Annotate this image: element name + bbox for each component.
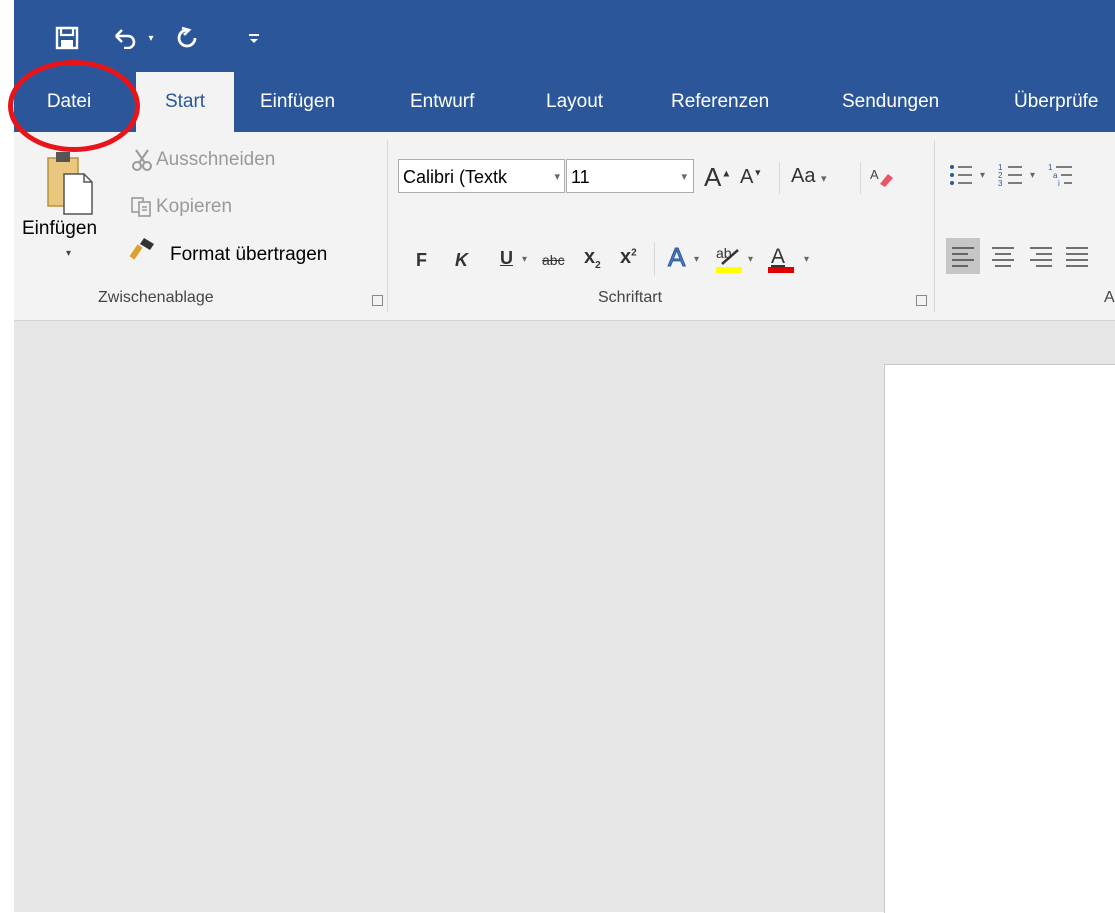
font-name-value: Calibri (Textk: [403, 167, 508, 187]
format-painter-button[interactable]: Format übertragen: [170, 244, 327, 266]
svg-text:i: i: [1058, 179, 1060, 188]
multilevel-list-icon[interactable]: 1ai: [1048, 162, 1115, 193]
tab-entwurf[interactable]: Entwurf: [410, 72, 500, 132]
paste-dropdown-icon[interactable]: ▾: [66, 248, 71, 259]
subscript-label: x: [584, 246, 596, 268]
shrink-font-label: A: [740, 166, 754, 188]
paste-button[interactable]: Einfügen: [22, 218, 97, 240]
align-left-icon[interactable]: [946, 238, 980, 274]
tab-start[interactable]: Start: [136, 72, 234, 132]
clipboard-group-label: Zwischenablage: [98, 289, 214, 306]
bullets-dropdown-icon[interactable]: ▾: [980, 170, 985, 181]
undo-icon[interactable]: [110, 20, 140, 56]
font-size-box[interactable]: 11 ▾: [566, 159, 694, 193]
font-group-label: Schriftart: [598, 289, 663, 306]
strikethrough-button[interactable]: abc: [542, 252, 565, 268]
change-case-button[interactable]: Aa ▾: [791, 165, 827, 188]
paste-icon[interactable]: [44, 148, 96, 223]
font-separator: [860, 162, 861, 194]
tab-referenzen[interactable]: Referenzen: [671, 72, 791, 132]
grow-font-label: A: [704, 162, 722, 192]
underline-button[interactable]: U: [500, 248, 513, 269]
superscript-label: x: [620, 246, 632, 268]
bullets-icon[interactable]: [948, 162, 974, 193]
group-separator: [934, 140, 935, 312]
cut-button[interactable]: Ausschneiden: [156, 149, 275, 171]
numbering-dropdown-icon[interactable]: ▾: [1030, 170, 1035, 181]
subscript-button[interactable]: x2: [584, 246, 601, 271]
annotation-circle: [8, 60, 140, 152]
align-center-icon[interactable]: [986, 238, 1020, 279]
font-separator: [779, 162, 780, 194]
tab-einfuegen[interactable]: Einfügen: [260, 72, 360, 132]
tab-layout[interactable]: Layout: [546, 72, 626, 132]
font-size-value: 11: [571, 167, 590, 187]
font-name-box[interactable]: Calibri (Textk ▾: [398, 159, 565, 193]
align-right-icon[interactable]: [1024, 238, 1058, 279]
italic-button[interactable]: K: [455, 250, 468, 271]
font-size-dropdown-icon[interactable]: ▾: [681, 160, 687, 192]
copy-button[interactable]: Kopieren: [156, 196, 232, 218]
window-frame: [0, 0, 14, 912]
text-effects-icon[interactable]: A: [667, 242, 685, 273]
quick-access-toolbar: ▾: [14, 0, 1115, 72]
numbering-icon[interactable]: 123: [998, 162, 1024, 193]
change-case-label: Aa: [791, 165, 816, 187]
save-icon[interactable]: [52, 20, 82, 56]
text-effects-dropdown-icon[interactable]: ▾: [694, 254, 699, 265]
clear-format-icon[interactable]: A: [870, 166, 894, 193]
underline-dropdown-icon[interactable]: ▾: [522, 254, 527, 265]
justify-icon[interactable]: [1060, 238, 1115, 279]
cut-icon[interactable]: [130, 148, 154, 177]
group-separator: [387, 140, 388, 312]
document-page[interactable]: [884, 364, 1115, 913]
highlight-dropdown-icon[interactable]: ▾: [748, 254, 753, 265]
format-painter-icon[interactable]: [128, 236, 156, 265]
font-color-dropdown-icon[interactable]: ▾: [804, 254, 809, 265]
paragraph-group-label: A: [1104, 289, 1115, 306]
highlight-icon[interactable]: ab: [714, 242, 744, 279]
copy-icon[interactable]: [130, 196, 154, 223]
customize-qat-icon[interactable]: [244, 20, 264, 56]
shrink-font-button[interactable]: A▼: [740, 166, 762, 189]
undo-dropdown-icon[interactable]: ▾: [144, 20, 158, 56]
tab-sendungen[interactable]: Sendungen: [842, 72, 962, 132]
tab-ueberpruefen[interactable]: Überprüfe: [1014, 72, 1115, 132]
svg-text:A: A: [771, 245, 785, 268]
ribbon-tabs: Datei Start Einfügen Entwurf Layout Refe…: [14, 72, 1115, 132]
svg-text:3: 3: [998, 179, 1003, 188]
clipboard-launcher-icon[interactable]: [372, 295, 383, 306]
redo-icon[interactable]: [172, 20, 202, 56]
ribbon-start: Einfügen ▾ Ausschneiden Kopieren Format …: [14, 132, 1115, 321]
bold-button[interactable]: F: [416, 250, 427, 271]
svg-text:A: A: [870, 167, 879, 182]
font-color-icon[interactable]: A: [766, 242, 796, 279]
grow-font-button[interactable]: A▲: [704, 162, 731, 193]
font-separator: [654, 242, 655, 276]
superscript-button[interactable]: x2: [620, 246, 637, 269]
font-launcher-icon[interactable]: [916, 295, 927, 306]
font-name-dropdown-icon[interactable]: ▾: [554, 160, 560, 192]
